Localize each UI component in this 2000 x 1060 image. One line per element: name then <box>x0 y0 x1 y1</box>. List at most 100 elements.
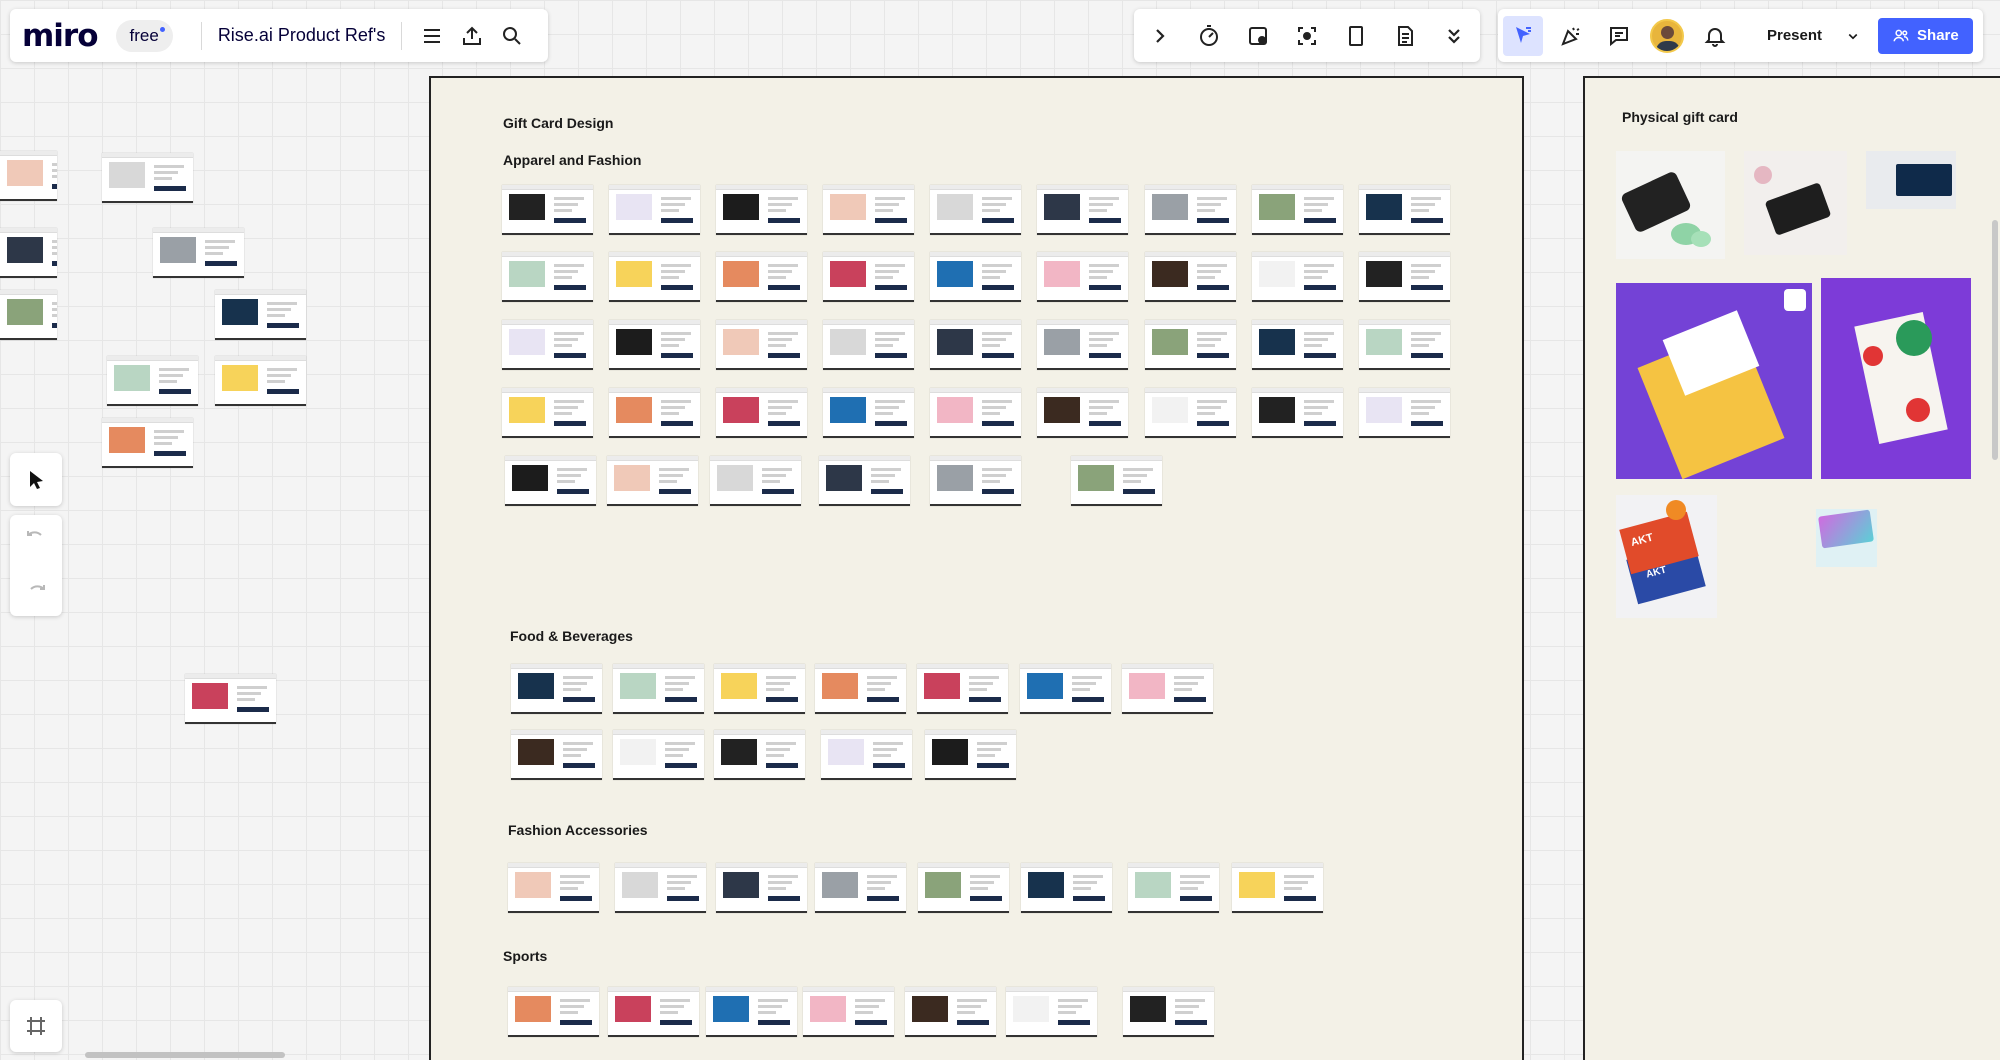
apparel-thumbnail[interactable] <box>1037 388 1128 438</box>
more-chevron-icon[interactable] <box>1434 16 1474 56</box>
apparel-thumbnail[interactable] <box>1071 456 1162 506</box>
food-thumbnail[interactable] <box>613 664 704 714</box>
photo-navy-card[interactable] <box>1866 151 1956 209</box>
canvas-thumbnail[interactable] <box>0 228 57 278</box>
photo-yellow-gift-card[interactable] <box>1616 283 1812 479</box>
timer-icon[interactable] <box>1189 16 1229 56</box>
apparel-thumbnail[interactable] <box>609 252 700 302</box>
apparel-thumbnail[interactable] <box>609 320 700 370</box>
present-options-chevron-icon[interactable] <box>1836 16 1870 56</box>
food-thumbnail[interactable] <box>714 664 805 714</box>
expand-chevron-icon[interactable] <box>1140 16 1180 56</box>
apparel-thumbnail[interactable] <box>823 388 914 438</box>
sports-thumbnail[interactable] <box>905 987 996 1037</box>
apparel-thumbnail[interactable] <box>1145 388 1236 438</box>
apparel-thumbnail[interactable] <box>1252 388 1343 438</box>
redo-icon[interactable] <box>16 573 56 613</box>
photo-phone-card[interactable] <box>1616 151 1725 259</box>
canvas-thumbnail[interactable] <box>215 356 306 406</box>
apparel-thumbnail[interactable] <box>502 185 593 235</box>
sports-thumbnail[interactable] <box>803 987 894 1037</box>
accessory-thumbnail[interactable] <box>508 863 599 913</box>
photo-black-card-ribbon[interactable] <box>1744 151 1847 255</box>
comments-icon[interactable] <box>1599 16 1639 56</box>
photo-gradient-card[interactable] <box>1816 509 1877 567</box>
food-thumbnail[interactable] <box>821 730 912 780</box>
apparel-thumbnail[interactable] <box>1145 252 1236 302</box>
canvas-thumbnail[interactable] <box>185 674 276 724</box>
horizontal-scrollbar[interactable] <box>85 1052 285 1058</box>
food-thumbnail[interactable] <box>917 664 1008 714</box>
apparel-thumbnail[interactable] <box>502 388 593 438</box>
canvas-thumbnail[interactable] <box>0 151 57 201</box>
apparel-thumbnail[interactable] <box>1037 252 1128 302</box>
apparel-thumbnail[interactable] <box>1252 185 1343 235</box>
canvas-thumbnail[interactable] <box>215 290 306 340</box>
apparel-thumbnail[interactable] <box>502 252 593 302</box>
apparel-thumbnail[interactable] <box>716 388 807 438</box>
apparel-thumbnail[interactable] <box>1359 185 1450 235</box>
sports-thumbnail[interactable] <box>508 987 599 1037</box>
celebrate-icon[interactable] <box>1551 16 1591 56</box>
frames-count-icon[interactable] <box>1336 16 1376 56</box>
frames-panel-toggle[interactable] <box>10 1000 62 1052</box>
food-thumbnail[interactable] <box>1122 664 1213 714</box>
apparel-thumbnail[interactable] <box>930 252 1021 302</box>
export-icon[interactable] <box>452 16 492 56</box>
share-button[interactable]: Share <box>1878 17 1973 54</box>
apparel-thumbnail[interactable] <box>1252 252 1343 302</box>
apparel-thumbnail[interactable] <box>1037 185 1128 235</box>
apparel-thumbnail[interactable] <box>930 456 1021 506</box>
apparel-thumbnail[interactable] <box>823 320 914 370</box>
sports-thumbnail[interactable] <box>1123 987 1214 1037</box>
focus-frame-icon[interactable] <box>1287 16 1327 56</box>
food-thumbnail[interactable] <box>714 730 805 780</box>
apparel-thumbnail[interactable] <box>505 456 596 506</box>
apparel-thumbnail[interactable] <box>1037 320 1128 370</box>
cursor-reactions-icon[interactable] <box>1503 15 1543 56</box>
food-thumbnail[interactable] <box>511 664 602 714</box>
accessory-thumbnail[interactable] <box>918 863 1009 913</box>
apparel-thumbnail[interactable] <box>609 185 700 235</box>
apparel-thumbnail[interactable] <box>930 320 1021 370</box>
apparel-thumbnail[interactable] <box>710 456 801 506</box>
food-thumbnail[interactable] <box>815 664 906 714</box>
food-thumbnail[interactable] <box>1020 664 1111 714</box>
user-avatar[interactable] <box>1647 16 1687 56</box>
apparel-thumbnail[interactable] <box>716 185 807 235</box>
apparel-thumbnail[interactable] <box>716 320 807 370</box>
apparel-thumbnail[interactable] <box>930 185 1021 235</box>
frame-physical-gift-card[interactable]: Physical gift card AKT AKT <box>1583 76 2000 1060</box>
accessory-thumbnail[interactable] <box>716 863 807 913</box>
sports-thumbnail[interactable] <box>1006 987 1097 1037</box>
apparel-thumbnail[interactable] <box>1252 320 1343 370</box>
canvas-thumbnail[interactable] <box>102 418 193 468</box>
apparel-thumbnail[interactable] <box>609 388 700 438</box>
accessory-thumbnail[interactable] <box>815 863 906 913</box>
voting-icon[interactable] <box>1238 16 1278 56</box>
search-icon[interactable] <box>492 16 532 56</box>
apparel-thumbnail[interactable] <box>1359 252 1450 302</box>
present-button[interactable]: Present <box>1743 16 1828 56</box>
select-cursor-icon[interactable] <box>16 460 56 500</box>
canvas-thumbnail[interactable] <box>153 228 244 278</box>
accessory-thumbnail[interactable] <box>1128 863 1219 913</box>
sports-thumbnail[interactable] <box>706 987 797 1037</box>
menu-icon[interactable] <box>412 16 452 56</box>
undo-icon[interactable] <box>16 519 56 559</box>
apparel-thumbnail[interactable] <box>607 456 698 506</box>
notes-icon[interactable] <box>1385 16 1425 56</box>
canvas-thumbnail[interactable] <box>0 290 57 340</box>
apparel-thumbnail[interactable] <box>1359 388 1450 438</box>
board-name[interactable]: Rise.ai Product Ref's <box>212 25 392 46</box>
apparel-thumbnail[interactable] <box>823 185 914 235</box>
frames-icon[interactable] <box>16 1006 56 1046</box>
accessory-thumbnail[interactable] <box>615 863 706 913</box>
photo-shapes-gift-card[interactable] <box>1821 278 1971 479</box>
apparel-thumbnail[interactable] <box>819 456 910 506</box>
food-thumbnail[interactable] <box>613 730 704 780</box>
accessory-thumbnail[interactable] <box>1232 863 1323 913</box>
apparel-thumbnail[interactable] <box>930 388 1021 438</box>
vertical-scrollbar[interactable] <box>1992 220 1998 460</box>
miro-logo[interactable]: miro <box>22 18 99 54</box>
